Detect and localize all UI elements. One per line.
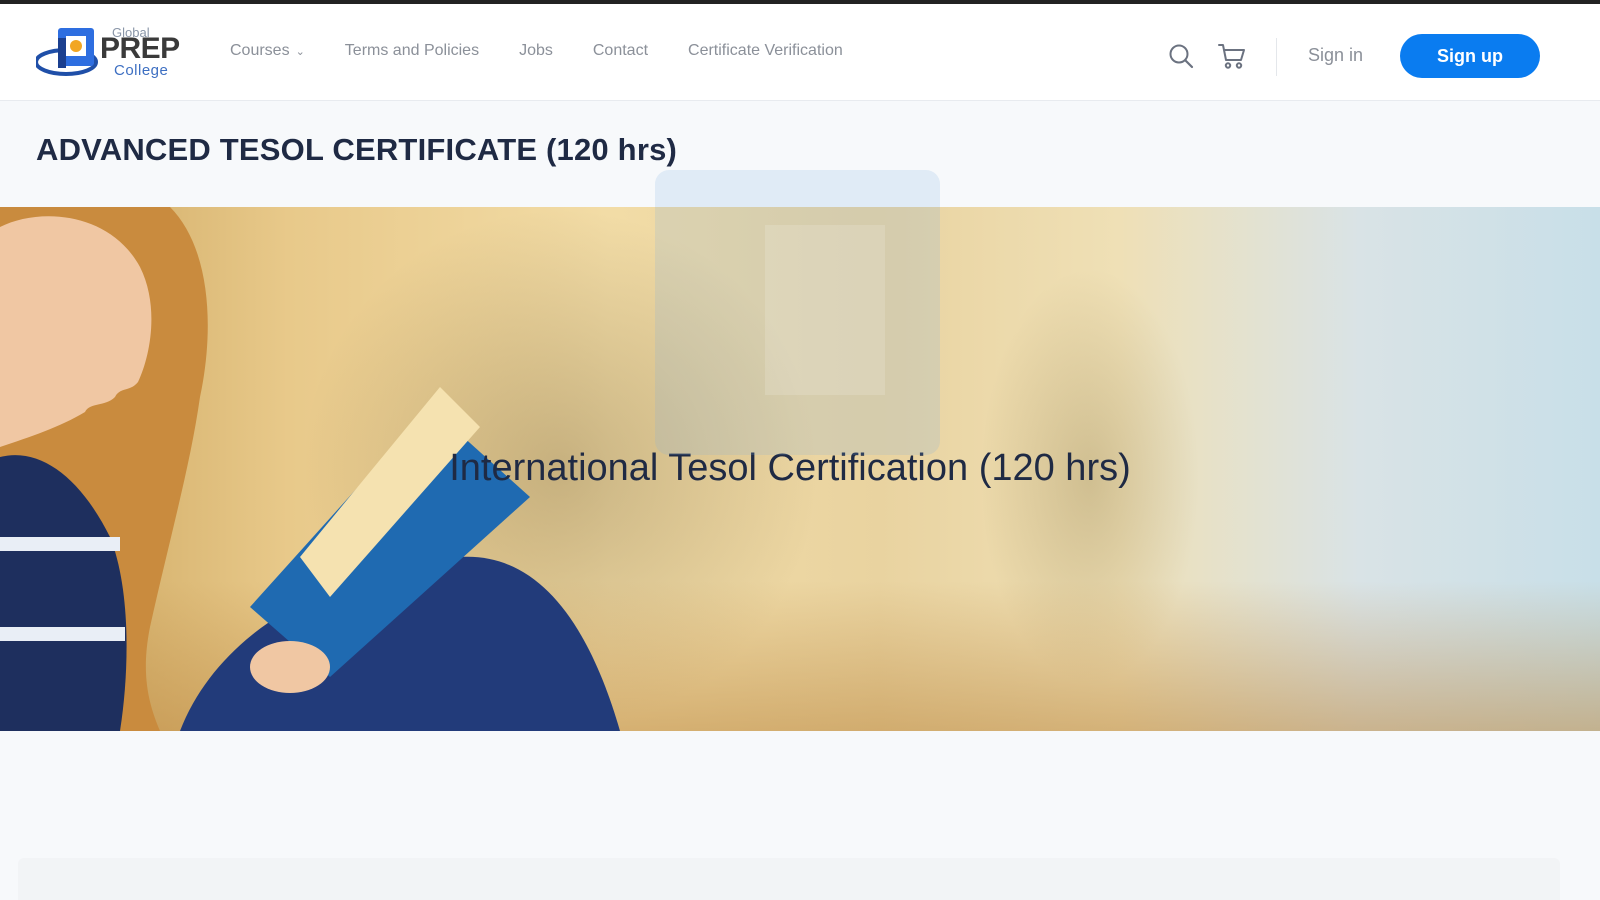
nav-item-certificate-verification[interactable]: Certificate Verification: [688, 42, 843, 60]
sign-up-button[interactable]: Sign up: [1400, 34, 1540, 78]
page-title: ADVANCED TESOL CERTIFICATE (120 hrs): [36, 132, 678, 167]
cart-icon: [1218, 44, 1245, 69]
logo-sub-text: College: [114, 62, 169, 79]
sign-in-link[interactable]: Sign in: [1308, 45, 1363, 66]
nav-item-label: Contact: [592, 42, 649, 59]
header-divider: [1276, 38, 1277, 76]
content-card: [18, 858, 1560, 900]
nav-item-label: Jobs: [519, 42, 553, 59]
chevron-down-icon: ⌄: [295, 45, 305, 58]
search-icon: [1169, 44, 1194, 69]
nav-item-courses[interactable]: Courses ⌄: [230, 42, 305, 60]
nav-item-label: Courses: [230, 42, 290, 59]
search-button[interactable]: [1165, 40, 1197, 72]
site-logo[interactable]: Global PREP College: [36, 25, 196, 82]
nav-item-label: Terms and Policies: [344, 42, 480, 59]
logo-brand-text: PREP: [100, 32, 180, 65]
nav-item-label: Certificate Verification: [688, 42, 843, 59]
logo-mark-icon: [36, 28, 98, 76]
cart-button[interactable]: [1216, 40, 1248, 72]
site-header: Global PREP College Courses ⌄ Terms and …: [0, 4, 1600, 101]
watermark-logo-icon: [655, 170, 940, 455]
main-nav: Courses ⌄ Terms and Policies Jobs Contac…: [230, 42, 883, 60]
nav-item-terms-and-policies[interactable]: Terms and Policies: [345, 42, 479, 60]
nav-item-jobs[interactable]: Jobs: [519, 42, 553, 60]
nav-item-contact[interactable]: Contact: [593, 42, 648, 60]
